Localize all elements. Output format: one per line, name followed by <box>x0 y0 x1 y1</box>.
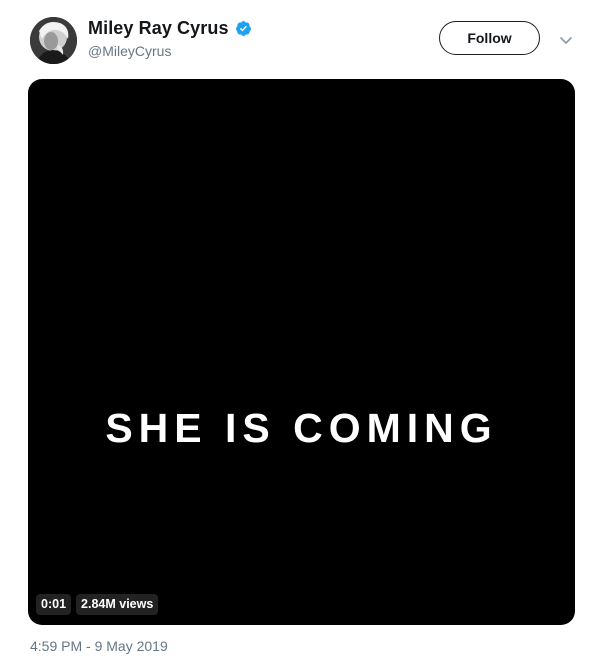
author-name-row: Miley Ray Cyrus <box>88 18 252 39</box>
author-display-name[interactable]: Miley Ray Cyrus <box>88 18 229 39</box>
verified-badge-icon <box>235 20 252 37</box>
video-views-badge: 2.84M views <box>76 594 159 615</box>
video-duration-badge: 0:01 <box>36 594 72 615</box>
avatar[interactable] <box>30 17 77 64</box>
follow-button[interactable]: Follow <box>439 21 540 55</box>
video-overlay-text: SHE IS COMING <box>105 405 498 451</box>
tweet-timestamp[interactable]: 4:59 PM - 9 May 2019 <box>30 638 168 654</box>
video-player[interactable]: SHE IS COMING 0:01 2.84M views <box>28 79 575 625</box>
profile-photo-icon <box>30 17 77 64</box>
video-badges: 0:01 2.84M views <box>36 594 159 615</box>
author-handle[interactable]: @MileyCyrus <box>88 43 171 59</box>
chevron-down-icon[interactable] <box>559 33 573 44</box>
